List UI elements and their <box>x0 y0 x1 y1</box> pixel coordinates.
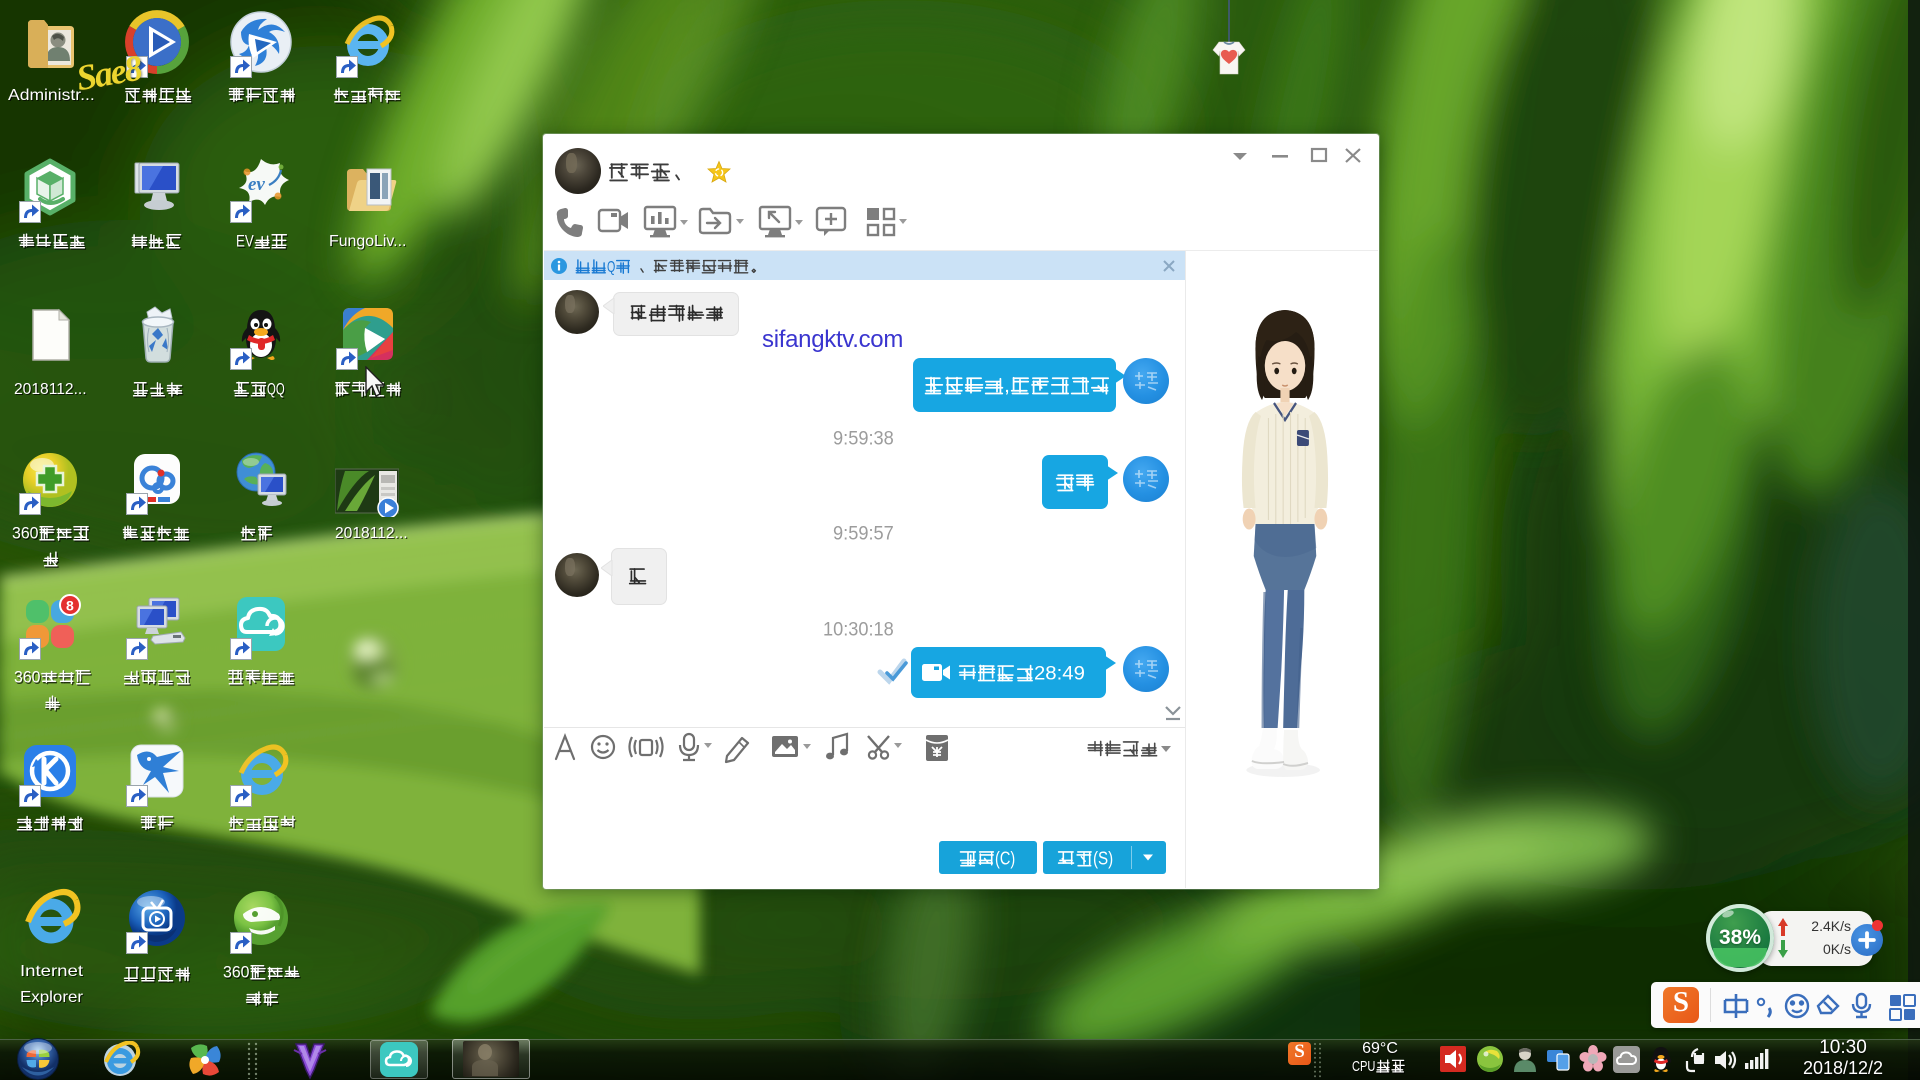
svg-text:CPU: CPU <box>1352 1058 1375 1075</box>
svg-text:10:30:18: 10:30:18 <box>823 619 894 640</box>
svg-text:360: 360 <box>12 524 39 543</box>
svg-text:28:49: 28:49 <box>1034 663 1085 684</box>
svg-text:2018112...: 2018112... <box>335 525 408 542</box>
svg-text:(S): (S) <box>1093 849 1113 869</box>
svg-text:Explorer: Explorer <box>20 989 84 1006</box>
svg-text:,: , <box>1004 375 1010 397</box>
svg-text:9:59:57: 9:59:57 <box>833 523 894 544</box>
svg-text:2018112...: 2018112... <box>14 381 87 398</box>
svg-text:FungoLiv...: FungoLiv... <box>329 233 406 250</box>
svg-text:Q: Q <box>607 259 615 276</box>
svg-text:360: 360 <box>223 963 250 982</box>
svg-text:360: 360 <box>14 668 41 687</box>
svg-text:EV: EV <box>236 232 254 251</box>
svg-text:QQ: QQ <box>267 380 285 399</box>
svg-text:Internet: Internet <box>20 963 84 980</box>
svg-text:(C): (C) <box>995 849 1015 869</box>
svg-text:8: 8 <box>66 598 74 614</box>
svg-text:9:59:38: 9:59:38 <box>833 428 894 449</box>
svg-text:ev: ev <box>248 174 265 195</box>
